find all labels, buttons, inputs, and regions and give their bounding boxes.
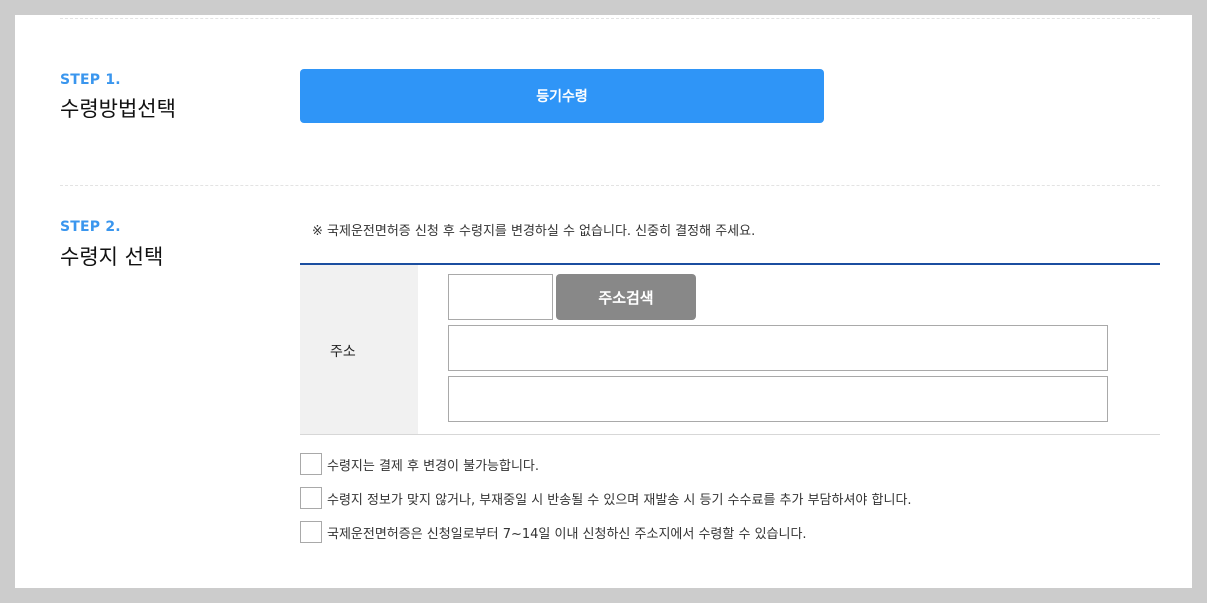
step1-label: STEP 1. — [60, 72, 121, 88]
step2-title: 수령지 선택 — [60, 245, 164, 269]
registered-mail-button[interactable]: 등기수령 — [300, 69, 824, 123]
page-panel: STEP 1. 수령방법선택 등기수령 STEP 2. 수령지 선택 ※ 국제운… — [15, 15, 1192, 588]
agreement-checkbox[interactable] — [300, 487, 322, 509]
step2-label: STEP 2. — [60, 219, 121, 235]
address-label: 주소 — [330, 344, 356, 360]
agreement-text: 국제운전면허증은 신청일로부터 7~14일 이내 신청하신 주소지에서 수령할 … — [327, 526, 807, 542]
address-notice: ※ 국제운전면허증 신청 후 수령지를 변경하실 수 없습니다. 신중히 결정해… — [312, 224, 756, 239]
address-search-button[interactable]: 주소검색 — [556, 274, 696, 320]
agreement-text: 수령지 정보가 맞지 않거나, 부재중일 시 반송될 수 있으며 재발송 시 등… — [327, 492, 912, 508]
agreement-row: 수령지 정보가 맞지 않거나, 부재중일 시 반송될 수 있으며 재발송 시 등… — [300, 487, 912, 509]
top-divider — [60, 18, 1160, 19]
address-table: 주소 주소검색 — [300, 263, 1160, 435]
address-line2-input[interactable] — [448, 376, 1108, 422]
zipcode-input[interactable] — [448, 274, 553, 320]
agreement-text: 수령지는 결제 후 변경이 불가능합니다. — [327, 458, 540, 474]
address-line1-input[interactable] — [448, 325, 1108, 371]
agreement-checkbox[interactable] — [300, 521, 322, 543]
agreement-row: 수령지는 결제 후 변경이 불가능합니다. — [300, 453, 539, 475]
agreement-checkbox[interactable] — [300, 453, 322, 475]
section-divider — [60, 185, 1160, 186]
address-header-cell: 주소 — [300, 265, 418, 434]
agreement-row: 국제운전면허증은 신청일로부터 7~14일 이내 신청하신 주소지에서 수령할 … — [300, 521, 807, 543]
step1-title: 수령방법선택 — [60, 97, 176, 121]
